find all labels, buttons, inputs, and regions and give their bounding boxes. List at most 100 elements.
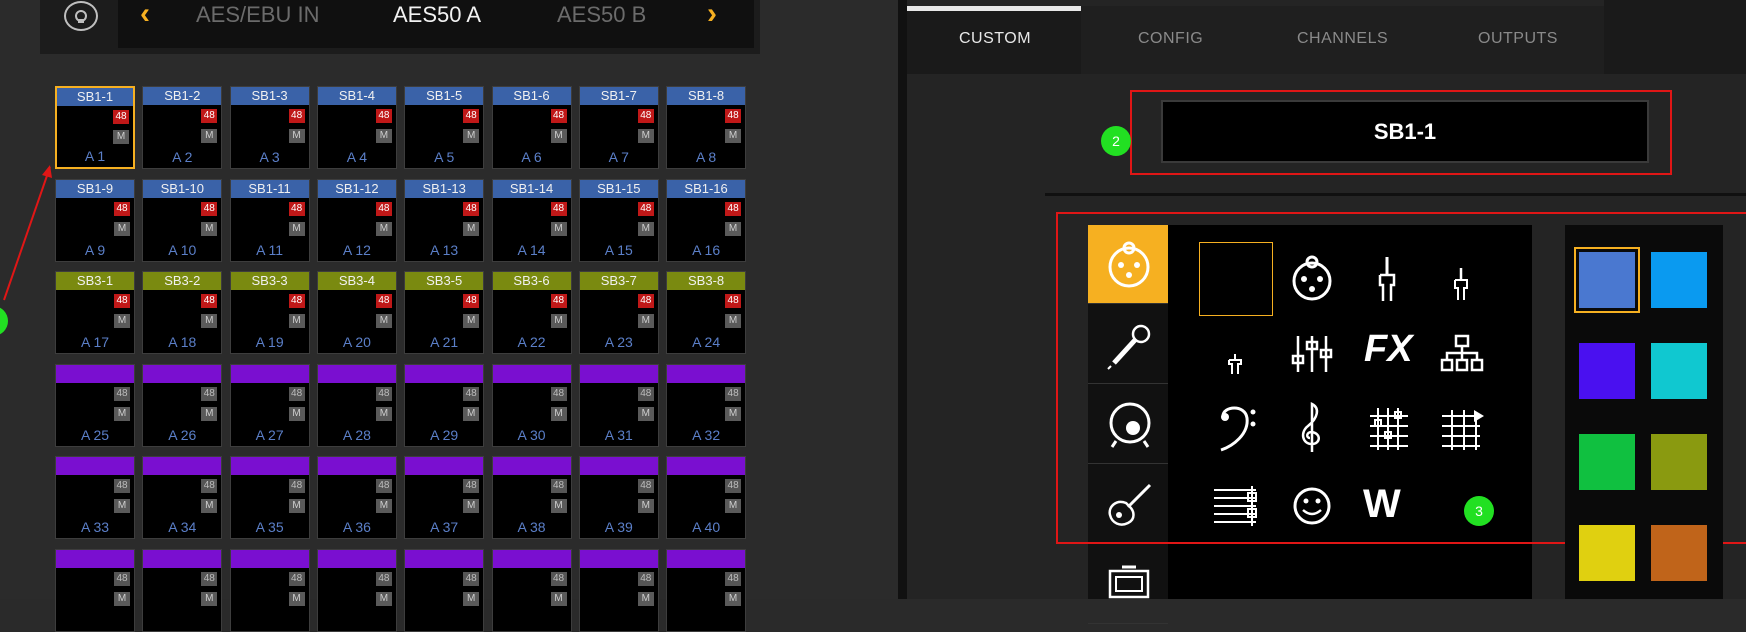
channel-cell[interactable]: SB1-15 48 M A 15 — [578, 178, 659, 262]
channel-cell[interactable]: SB3-8 48 M A 24 — [666, 271, 747, 354]
channel-label: A 23 — [604, 334, 633, 350]
channel-cell[interactable]: SB3-7 48 M A 23 — [578, 271, 659, 354]
nav-item-aes50-a[interactable]: AES50 A — [393, 2, 481, 28]
phantom-power-badge: 48 — [637, 571, 654, 586]
phantom-power-badge: 48 — [637, 479, 654, 493]
channel-cell[interactable]: SB1-10 48 M A 10 — [142, 178, 223, 262]
color-swatch[interactable] — [1651, 343, 1707, 399]
channel-cell[interactable]: 48 M A 38 — [491, 456, 572, 539]
channel-cell[interactable]: SB1-13 48 M A 13 — [404, 178, 485, 262]
phantom-power-badge: 48 — [725, 479, 742, 493]
tab-outputs[interactable]: OUTPUTS — [1478, 30, 1558, 48]
channel-cell[interactable]: SB3-4 48 M A 20 — [316, 271, 397, 354]
channel-cell[interactable]: 48 M — [229, 548, 310, 632]
channel-cell[interactable]: 48 M — [142, 548, 223, 632]
channel-cell[interactable]: 48 M — [666, 548, 747, 632]
channel-label: A 14 — [517, 241, 546, 258]
channel-name — [579, 549, 658, 568]
channel-cell[interactable]: 48 M A 34 — [142, 456, 223, 539]
channel-cell[interactable]: 48 M A 26 — [142, 363, 223, 447]
nav-prev-icon[interactable]: ‹ — [140, 0, 150, 31]
channel-name: SB3-4 — [317, 272, 396, 290]
color-swatch[interactable] — [1579, 525, 1635, 581]
tab-custom[interactable]: CUSTOM — [959, 30, 1031, 48]
tab-channels[interactable]: CHANNELS — [1297, 30, 1388, 48]
mute-badge: M — [725, 221, 742, 236]
channel-cell[interactable]: 48 M — [55, 548, 135, 632]
channel-cell[interactable]: SB3-5 48 M A 21 — [404, 271, 485, 354]
channel-cell[interactable]: 48 M A 31 — [578, 363, 659, 447]
mute-badge: M — [463, 221, 480, 236]
channel-cell[interactable]: SB1-9 48 M A 9 — [55, 178, 135, 262]
channel-name — [405, 457, 484, 475]
color-swatch[interactable] — [1574, 247, 1640, 313]
category-amplifier[interactable] — [1088, 545, 1168, 624]
channel-cell[interactable]: SB1-12 48 M A 12 — [316, 178, 397, 262]
channel-name: SB3-7 — [579, 272, 658, 290]
channel-name — [56, 549, 134, 568]
channel-cell[interactable]: SB3-3 48 M A 19 — [229, 271, 310, 354]
channel-cell[interactable]: 48 M A 27 — [229, 363, 310, 447]
channel-cell[interactable]: SB1-7 48 M A 7 — [578, 86, 659, 169]
channel-cell[interactable]: 48 M A 33 — [55, 456, 135, 539]
channel-cell[interactable]: SB3-1 48 M A 17 — [55, 271, 135, 354]
mute-badge: M — [375, 129, 392, 143]
channel-cell[interactable]: SB1-11 48 M A 11 — [229, 178, 310, 262]
mute-badge: M — [725, 406, 742, 421]
phantom-power-badge: 48 — [114, 294, 130, 308]
nav-item-aes-ebu-in[interactable]: AES/EBU IN — [196, 2, 319, 28]
mute-badge: M — [114, 499, 130, 513]
color-swatch[interactable] — [1579, 343, 1635, 399]
annotation-arrow — [3, 165, 52, 301]
tab-active-indicator — [907, 6, 1081, 11]
color-swatch[interactable] — [1651, 525, 1707, 581]
channel-cell[interactable]: SB1-14 48 M A 14 — [491, 178, 572, 262]
tab-config[interactable]: CONFIG — [1138, 30, 1203, 48]
channel-cell[interactable]: 48 M A 40 — [666, 456, 747, 539]
nav-next-icon[interactable]: › — [707, 0, 717, 31]
color-swatch[interactable] — [1651, 434, 1707, 490]
nav-item-aes50-b[interactable]: AES50 B — [557, 2, 646, 28]
channel-cell[interactable]: 48 M — [578, 548, 659, 632]
channel-cell[interactable]: SB1-5 48 M A 5 — [404, 86, 485, 169]
channel-cell[interactable]: 48 M — [404, 548, 485, 632]
channel-name: SB1-14 — [492, 179, 571, 198]
channel-cell[interactable]: SB1-1 48 M A 1 — [55, 86, 135, 169]
channel-name: SB1-6 — [492, 87, 571, 105]
channel-cell[interactable]: 48 M A 28 — [316, 363, 397, 447]
mute-badge: M — [201, 129, 218, 143]
phantom-power-badge: 48 — [725, 294, 742, 308]
channel-cell[interactable]: 48 M A 30 — [491, 363, 572, 447]
channel-cell[interactable]: 48 M A 35 — [229, 456, 310, 539]
mute-badge: M — [201, 499, 218, 513]
phantom-power-badge: 48 — [201, 386, 218, 401]
phantom-power-badge: 48 — [375, 294, 392, 308]
channel-cell[interactable]: 48 M A 39 — [578, 456, 659, 539]
channel-cell[interactable]: SB3-6 48 M A 22 — [491, 271, 572, 354]
channel-cell[interactable]: 48 M A 36 — [316, 456, 397, 539]
phantom-power-badge: 48 — [550, 386, 567, 401]
channel-name-field[interactable]: SB1-1 — [1161, 100, 1649, 163]
channel-cell[interactable]: SB3-2 48 M A 18 — [142, 271, 223, 354]
channel-label: A 39 — [604, 519, 633, 535]
color-swatch[interactable] — [1579, 434, 1635, 490]
channel-cell[interactable]: SB1-4 48 M A 4 — [316, 86, 397, 169]
color-swatch[interactable] — [1651, 252, 1707, 308]
phantom-power-badge: 48 — [288, 386, 305, 401]
home-icon[interactable] — [64, 1, 98, 31]
channel-cell[interactable]: 48 M A 25 — [55, 363, 135, 447]
channel-cell[interactable]: SB1-8 48 M A 8 — [666, 86, 747, 169]
channel-cell[interactable]: SB1-2 48 M A 2 — [142, 86, 223, 169]
phantom-power-badge: 48 — [375, 109, 392, 123]
channel-label: A 22 — [517, 334, 546, 350]
channel-cell[interactable]: 48 M A 32 — [666, 363, 747, 447]
channel-cell[interactable]: SB1-6 48 M A 6 — [491, 86, 572, 169]
channel-name — [143, 364, 222, 383]
channel-cell[interactable]: 48 M — [491, 548, 572, 632]
channel-cell[interactable]: 48 M A 37 — [404, 456, 485, 539]
channel-name: SB3-5 — [405, 272, 484, 290]
channel-cell[interactable]: 48 M A 29 — [404, 363, 485, 447]
channel-cell[interactable]: 48 M — [316, 548, 397, 632]
channel-cell[interactable]: SB1-16 48 M A 16 — [666, 178, 747, 262]
channel-cell[interactable]: SB1-3 48 M A 3 — [229, 86, 310, 169]
